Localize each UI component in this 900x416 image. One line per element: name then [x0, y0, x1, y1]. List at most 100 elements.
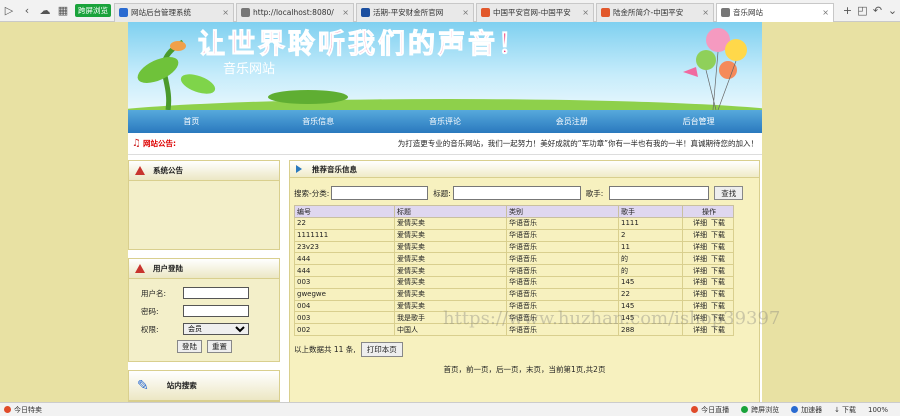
- nav-member-register[interactable]: 会员注册: [508, 116, 635, 127]
- table-cell: 的: [618, 252, 683, 266]
- nav-music-info[interactable]: 音乐信息: [255, 116, 382, 127]
- close-icon[interactable]: ×: [822, 8, 829, 17]
- username-row: 用户名:: [129, 285, 279, 301]
- search-button[interactable]: 查找: [714, 186, 744, 200]
- tab-label: 活期-平安财金所官网: [373, 8, 444, 17]
- category-input[interactable]: [331, 186, 429, 200]
- restore-icon[interactable]: ◰: [855, 4, 870, 17]
- table-cell: 004: [294, 299, 395, 313]
- download-link[interactable]: 下载: [711, 267, 725, 275]
- table-cell: 华语音乐: [506, 287, 619, 301]
- close-icon[interactable]: ×: [222, 8, 229, 17]
- favicon-icon: [721, 8, 730, 17]
- login-box: 用户登陆 用户名: 密码: 权限: 会员 登陆 重置: [128, 258, 280, 362]
- download-link[interactable]: 下载: [711, 290, 725, 298]
- dropdown-icon[interactable]: ⌄: [885, 4, 900, 17]
- nav-admin[interactable]: 后台管理: [635, 116, 762, 127]
- browser-tab[interactable]: 陆金所简介-中国平安 ×: [596, 2, 714, 22]
- status-accel-label: 加速器: [801, 405, 823, 414]
- singer-input[interactable]: [609, 186, 710, 200]
- detail-link[interactable]: 详细: [693, 219, 707, 227]
- col-singer: 歌手: [618, 205, 683, 218]
- download-link[interactable]: 下载: [711, 219, 725, 227]
- reset-button[interactable]: 重置: [207, 340, 232, 353]
- table-cell: 1111111: [294, 228, 395, 242]
- new-tab-icon[interactable]: +: [840, 4, 855, 17]
- table-cell: 华语音乐: [506, 240, 619, 254]
- live-icon: [691, 406, 699, 413]
- grid-icon[interactable]: ▦: [54, 2, 72, 20]
- browser-tab[interactable]: 音乐网站 ×: [716, 2, 834, 22]
- detail-link[interactable]: 详细: [693, 243, 707, 251]
- detail-link[interactable]: 详细: [693, 231, 707, 239]
- table-cell: 11: [618, 240, 683, 254]
- table-row: 22 爱情买卖 华语音乐 1111 详细 下载: [294, 217, 734, 230]
- table-cell: 爱情买卖: [394, 240, 507, 254]
- nav-home[interactable]: 首页: [128, 116, 255, 127]
- close-icon[interactable]: ×: [462, 8, 469, 17]
- login-button[interactable]: 登陆: [177, 340, 202, 353]
- detail-link[interactable]: 详细: [693, 290, 707, 298]
- download-icon: ↓: [834, 405, 840, 414]
- table-cell: 华语音乐: [506, 252, 619, 266]
- tab-label: 网站后台管理系统: [131, 8, 191, 17]
- favicon-icon: [481, 8, 490, 17]
- web-page: 让世界聆听我们的声音！ 音乐网站 首页 音乐信息 音乐评论 会员注册 后台管理 …: [128, 22, 762, 403]
- role-select[interactable]: 会员: [183, 323, 249, 335]
- sidebar-toggle-icon[interactable]: ▷: [0, 2, 18, 20]
- status-live[interactable]: 今日直播: [691, 405, 729, 415]
- table-cell: 23v23: [294, 240, 395, 254]
- back-icon[interactable]: ‹: [18, 2, 36, 20]
- status-cross-screen[interactable]: 跨屏浏览: [741, 405, 779, 415]
- table-cell: 华语音乐: [506, 228, 619, 242]
- site-banner: 让世界聆听我们的声音！ 音乐网站: [128, 22, 762, 110]
- detail-link[interactable]: 详细: [693, 267, 707, 275]
- pager[interactable]: 首页，前一页，后一页，末页，当前第1页,共2页: [290, 364, 759, 375]
- favicon-icon: [241, 8, 250, 17]
- actions-cell: 详细 下载: [682, 264, 734, 277]
- download-link[interactable]: 下载: [711, 243, 725, 251]
- download-link[interactable]: 下载: [711, 231, 725, 239]
- download-link[interactable]: 下载: [711, 278, 725, 286]
- cross-screen-button[interactable]: 跨屏浏览: [75, 4, 111, 17]
- col-category: 类别: [506, 205, 619, 218]
- tab-list: 网站后台管理系统 × http://localhost:8080/× 活期-平安财金所…: [114, 0, 836, 22]
- music-list-panel: 推荐音乐信息 搜索-分类: 标题: 歌手: 查找 编号 标题 类别 歌手 操作 …: [289, 160, 760, 403]
- table-row: 1111111 爱情买卖 华语音乐 2 详细 下载: [294, 228, 734, 242]
- detail-link[interactable]: 详细: [693, 278, 707, 286]
- status-accelerator[interactable]: 加速器: [791, 405, 822, 415]
- close-icon[interactable]: ×: [702, 8, 709, 17]
- table-cell: 1111: [618, 217, 683, 230]
- username-input[interactable]: [183, 287, 249, 299]
- tab-label: http://localhost:8080/: [253, 8, 334, 17]
- status-download[interactable]: ↓ 下载: [834, 405, 856, 415]
- nav-music-comments[interactable]: 音乐评论: [382, 116, 509, 127]
- close-icon[interactable]: ×: [342, 8, 349, 17]
- main-nav: 首页 音乐信息 音乐评论 会员注册 后台管理: [128, 110, 762, 133]
- download-link[interactable]: 下载: [711, 255, 725, 263]
- print-button[interactable]: 打印本页: [360, 341, 403, 357]
- browser-tab[interactable]: 中国平安官网-中国平安 ×: [476, 2, 594, 22]
- status-today-sale[interactable]: 今日特卖: [4, 405, 42, 415]
- table-cell: 145: [618, 275, 683, 289]
- tab-label: 陆金所简介-中国平安: [613, 8, 684, 17]
- status-live-label: 今日直播: [701, 405, 730, 414]
- announcement-title: 系统公告: [153, 166, 183, 175]
- cloud-icon[interactable]: ☁: [36, 2, 54, 20]
- col-title: 标题: [394, 205, 507, 218]
- browser-tab[interactable]: 活期-平安财金所官网 ×: [356, 2, 474, 22]
- tab-label: 音乐网站: [733, 8, 763, 17]
- back-nav-icon[interactable]: ↶: [870, 4, 885, 17]
- password-input[interactable]: [183, 305, 249, 317]
- sale-icon: [4, 406, 11, 413]
- arrow-icon: [296, 165, 302, 173]
- alert-icon: [135, 166, 145, 175]
- browser-tab[interactable]: 网站后台管理系统 ×: [114, 2, 234, 22]
- browser-tab[interactable]: http://localhost:8080/ ×: [236, 2, 354, 22]
- detail-link[interactable]: 详细: [693, 255, 707, 263]
- close-icon[interactable]: ×: [582, 8, 589, 17]
- music-search-bar: 搜索-分类: 标题: 歌手: 查找: [290, 184, 759, 202]
- zoom-level[interactable]: 100%: [868, 406, 888, 414]
- title-input[interactable]: [452, 186, 581, 200]
- table-cell: 22: [618, 287, 683, 301]
